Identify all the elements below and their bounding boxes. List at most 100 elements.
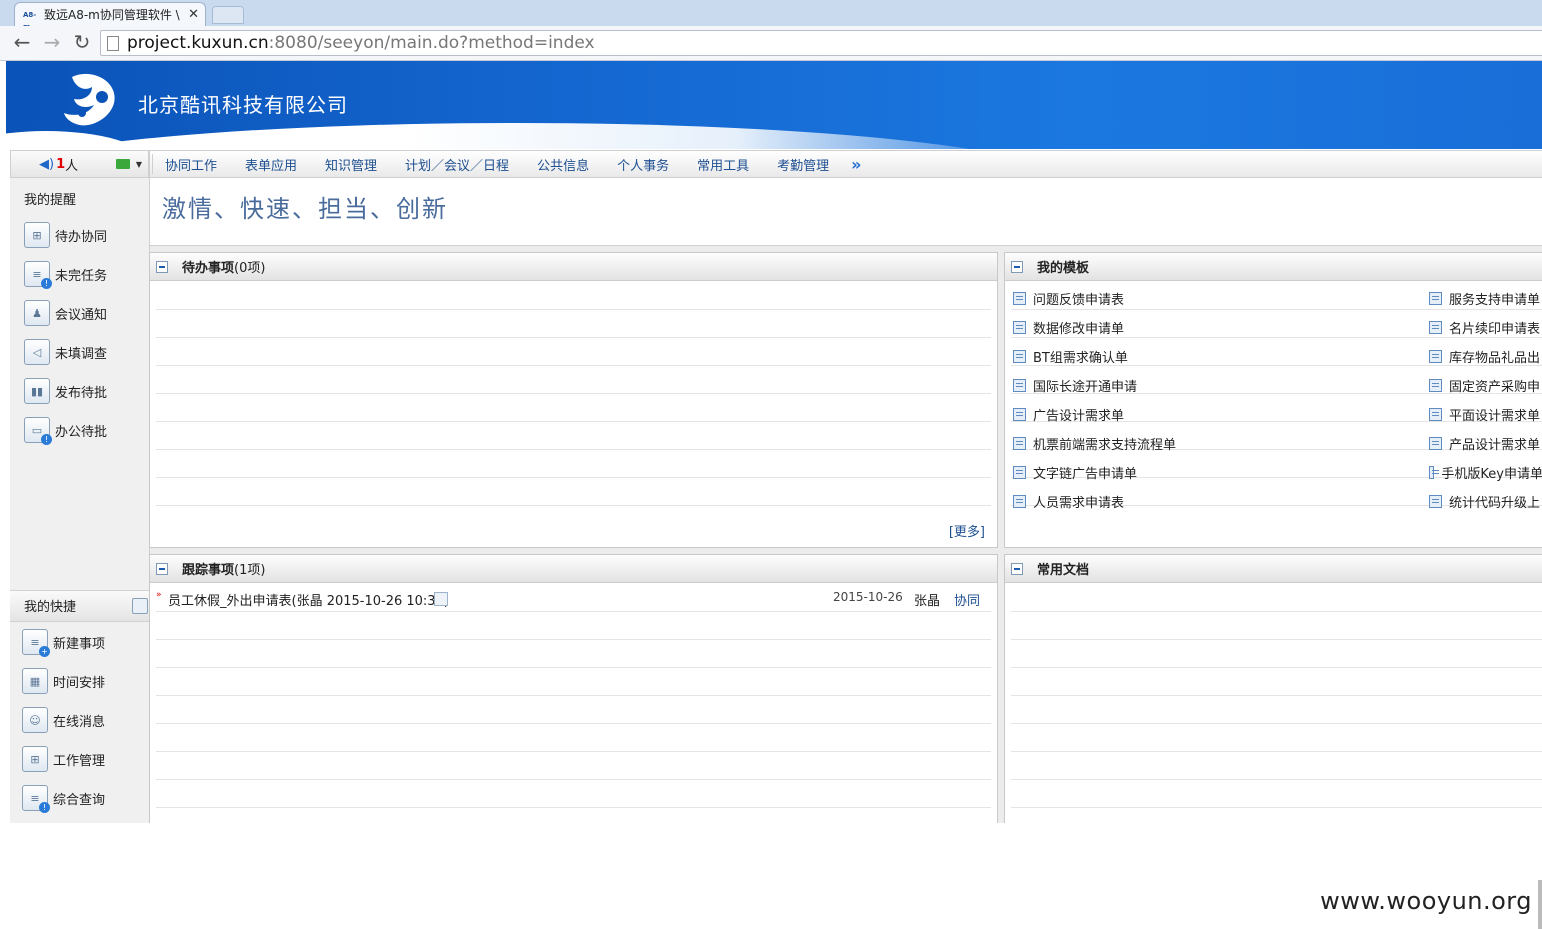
form-icon — [1429, 350, 1442, 363]
template-label: 人员需求申请表 — [1033, 496, 1125, 511]
tab-close-icon[interactable]: ✕ — [188, 7, 199, 22]
reminder-label: 未完任务 — [55, 268, 108, 284]
tracking-sender: 张晶 — [914, 594, 941, 609]
template-label: 机票前端需求支持流程单 — [1033, 438, 1177, 453]
collapse-icon[interactable] — [156, 260, 168, 273]
form-icon — [1429, 466, 1440, 479]
menu-more-icon[interactable]: » — [851, 155, 861, 174]
reminder-item-unfinished-tasks[interactable]: ≡! 未完任务 — [24, 260, 108, 289]
reminder-label: 会议通知 — [55, 307, 108, 323]
tab-title: 致远A8-m协同管理软件 \ — [44, 8, 180, 22]
template-link[interactable]: 手机版Key申请单 — [1429, 463, 1542, 482]
table-row — [156, 640, 991, 668]
slogan-text: 激情、快速、担当、创新 — [162, 195, 448, 223]
reminder-item-publish-approval[interactable]: ▮▮ 发布待批 — [24, 377, 107, 405]
tracking-rows: » 员工休假_外出申请表(张晶 2015-10-26 10:36) 2015-1… — [156, 584, 991, 808]
list-row — [156, 450, 991, 478]
tracking-date: 2015-10-26 — [833, 590, 903, 604]
back-arrow-icon[interactable]: ← — [10, 31, 34, 55]
browser-tab-active[interactable]: A8-m 致远A8-m协同管理软件 \ ✕ — [14, 2, 206, 31]
forward-arrow-icon[interactable]: → — [40, 31, 64, 55]
form-icon — [1013, 350, 1026, 363]
quick-item-new[interactable]: ≡ + 新建事项 — [22, 628, 105, 657]
address-bar[interactable]: project.kuxun.cn:8080/seeyon/main.do?met… — [100, 30, 1542, 56]
list-row — [1011, 724, 1542, 752]
table-row — [156, 724, 991, 752]
template-link[interactable]: 广告设计需求单 — [1013, 405, 1124, 424]
panel-templates-header: 我的模板 — [1005, 253, 1542, 281]
form-icon — [1013, 495, 1026, 508]
form-icon — [1429, 437, 1442, 450]
template-link[interactable]: 统计代码升级上 — [1429, 492, 1542, 511]
menu-item-knowledge[interactable]: 知识管理 — [325, 155, 377, 174]
work-icon: ⊞ — [22, 746, 48, 772]
reminder-label: 办公待批 — [55, 424, 108, 440]
template-link[interactable]: 人员需求申请表 — [1013, 492, 1124, 511]
menu-item-public-info[interactable]: 公共信息 — [537, 155, 589, 174]
list-row — [156, 282, 991, 310]
menu-item-forms[interactable]: 表单应用 — [245, 155, 297, 174]
template-link[interactable]: 机票前端需求支持流程单 — [1013, 434, 1176, 453]
form-icon — [1429, 408, 1442, 421]
menu-item-collaboration[interactable]: 协同工作 — [165, 155, 217, 174]
collapse-icon[interactable] — [156, 562, 168, 575]
quick-label: 综合查询 — [53, 792, 106, 808]
list-row — [156, 310, 991, 338]
panel-title: 跟踪事项 — [182, 563, 235, 578]
reminder-item-office-approval[interactable]: ▭! 办公待批 — [24, 416, 108, 445]
form-icon — [1429, 379, 1442, 392]
tracking-type[interactable]: 协同 — [954, 590, 980, 609]
menu-item-plan-meeting-schedule[interactable]: 计划／会议／日程 — [405, 155, 509, 174]
template-link[interactable]: 固定资产采购申 — [1429, 376, 1542, 395]
reminder-item-pending-collab[interactable]: ⊞ 待办协同 — [24, 221, 107, 249]
speaker-icon: ◀) — [39, 156, 55, 172]
reminder-item-meeting-notice[interactable]: ♟ 会议通知 — [24, 299, 107, 327]
reload-icon[interactable]: ↻ — [70, 31, 94, 55]
tracking-subject[interactable]: 员工休假_外出申请表(张晶 2015-10-26 10:36) — [168, 590, 449, 609]
more-link[interactable]: [更多] — [949, 521, 985, 540]
menu-item-tools[interactable]: 常用工具 — [697, 155, 749, 174]
scrollbar-edge[interactable] — [1538, 880, 1542, 929]
template-link[interactable]: 问题反馈申请表 — [1013, 289, 1124, 308]
template-link[interactable]: 平面设计需求单 — [1429, 405, 1542, 424]
panel-count: (0项) — [234, 261, 266, 276]
list-row — [156, 366, 991, 394]
template-link[interactable]: 名片续印申请表 — [1429, 318, 1542, 337]
new-tab-button[interactable] — [212, 6, 244, 24]
panel-templates: 我的模板 问题反馈申请表 数据修改申请单 BT组需求确认单 国际长途开通申请 广… — [1004, 252, 1542, 548]
browser-tab-bar: A8-m 致远A8-m协同管理软件 \ ✕ — [0, 0, 1542, 31]
quick-settings-icon[interactable] — [132, 598, 148, 614]
list-row — [1011, 696, 1542, 724]
quick-item-messages[interactable]: ☺ 在线消息 — [22, 706, 105, 734]
template-link[interactable]: 文字链广告申请单 — [1013, 463, 1137, 482]
reminder-label: 待办协同 — [55, 229, 108, 245]
collapse-icon[interactable] — [1011, 260, 1023, 273]
quick-label: 在线消息 — [53, 714, 106, 730]
quick-item-work-management[interactable]: ⊞ 工作管理 — [22, 745, 105, 773]
panel-title: 待办事项 — [182, 261, 235, 276]
mail-icon[interactable] — [115, 159, 130, 169]
quick-item-search[interactable]: ≡! 综合查询 — [22, 784, 106, 813]
list-row — [1011, 668, 1542, 696]
address-path: :8080/seeyon/main.do?method=index — [268, 33, 595, 53]
template-link[interactable]: 库存物品礼品出 — [1429, 347, 1542, 366]
document-icon — [434, 592, 448, 606]
online-users-bar[interactable]: ◀) 1 人 ▼ — [10, 150, 149, 178]
template-link[interactable]: 产品设计需求单 — [1429, 434, 1542, 453]
list-row — [156, 478, 991, 506]
menu-item-attendance[interactable]: 考勤管理 — [777, 155, 829, 174]
template-link[interactable]: BT组需求确认单 — [1013, 347, 1128, 366]
template-label: 平面设计需求单 — [1449, 409, 1541, 424]
chevron-down-icon[interactable]: ▼ — [136, 160, 142, 169]
template-link[interactable]: 数据修改申请单 — [1013, 318, 1124, 337]
reminder-item-survey[interactable]: ◁ 未填调查 — [24, 338, 107, 366]
template-label: 文字链广告申请单 — [1033, 467, 1138, 482]
docs-rows — [1011, 584, 1542, 808]
template-link[interactable]: 服务支持申请单 — [1429, 289, 1542, 308]
quick-item-schedule[interactable]: ▦ 时间安排 — [22, 667, 105, 695]
menu-item-personal[interactable]: 个人事务 — [617, 155, 669, 174]
template-link[interactable]: 国际长途开通申请 — [1013, 376, 1137, 395]
collapse-icon[interactable] — [1011, 562, 1023, 575]
panel-docs-header: 常用文档 — [1005, 555, 1542, 583]
panel-tracking-header: 跟踪事项 (1项) — [150, 555, 997, 583]
